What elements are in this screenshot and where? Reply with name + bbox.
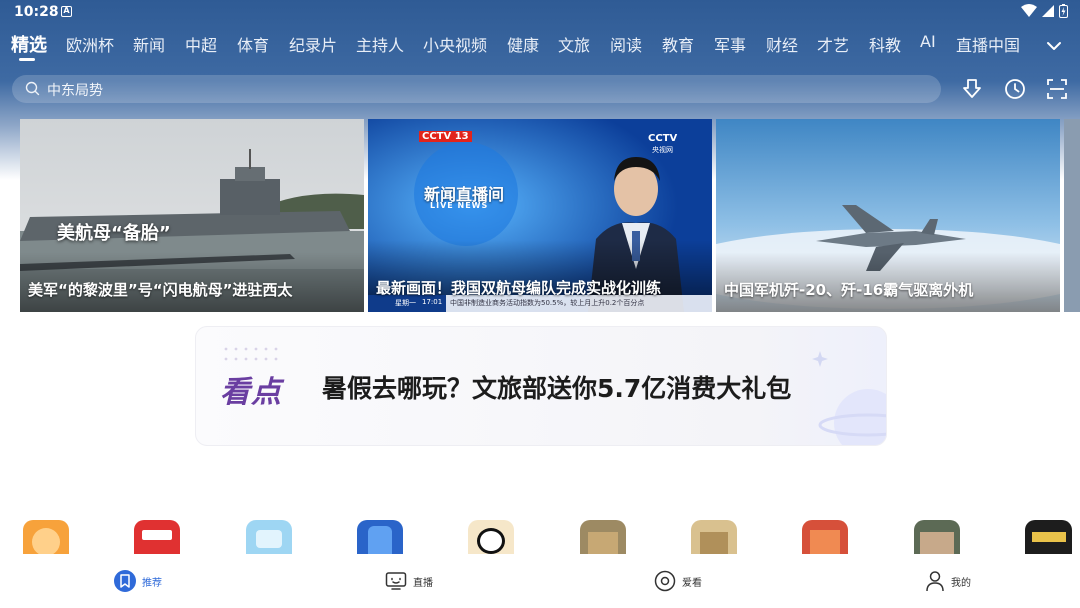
- search-hint: 中东局势: [47, 83, 103, 99]
- signal-icon: [1042, 5, 1054, 17]
- search-input[interactable]: 中东局势: [12, 75, 941, 103]
- battery-icon: [1059, 4, 1068, 18]
- ticker-text: 中国非制造业商务活动指数为50.5%，较上月上升0.2个百分点: [450, 299, 645, 307]
- ticker-time: 17:01: [422, 298, 443, 306]
- tab-ai[interactable]: AI: [920, 32, 936, 51]
- app-icon-7[interactable]: [691, 520, 737, 554]
- promo-banner[interactable]: 看点 暑假去哪玩？文旅部送你5.7亿消费大礼包: [195, 326, 887, 446]
- nav-label: 爱看: [682, 577, 702, 589]
- program-logo-en: LIVE NEWS: [430, 201, 489, 210]
- tab-news[interactable]: 新闻: [133, 32, 165, 56]
- nav-label: 推荐: [142, 577, 162, 589]
- bottom-navigation: 推荐 直播 爱看 我的: [0, 556, 1080, 608]
- tab-science[interactable]: 科教: [869, 32, 901, 56]
- download-icon[interactable]: [960, 77, 984, 101]
- search-icon: [25, 81, 40, 96]
- status-bar: 10:28 A: [0, 0, 1080, 24]
- app-icon-8[interactable]: [802, 520, 848, 554]
- tab-hosts[interactable]: 主持人: [356, 32, 404, 56]
- status-time: 10:28: [14, 4, 59, 20]
- tab-live-china[interactable]: 直播中国: [956, 32, 1020, 56]
- tab-csl[interactable]: 中超: [185, 32, 217, 56]
- history-clock-icon[interactable]: [1003, 77, 1027, 101]
- active-tab-indicator: [19, 58, 35, 61]
- panda-icon[interactable]: [468, 520, 514, 554]
- tab-health[interactable]: 健康: [507, 32, 539, 56]
- wifi-icon: [1021, 4, 1037, 17]
- tv-icon: [385, 572, 407, 590]
- tab-euro-cup[interactable]: 欧洲杯: [66, 32, 114, 56]
- tab-education[interactable]: 教育: [662, 32, 694, 56]
- card-title: 中国军机歼-20、歼-16霸气驱离外机: [724, 281, 974, 299]
- category-tabs: 精选 欧洲杯 新闻 中超 体育 纪录片 主持人 小央视频 健康 文旅 阅读 教育…: [0, 28, 1080, 62]
- planet-decoration-icon: [812, 351, 886, 445]
- tab-talent[interactable]: 才艺: [817, 32, 849, 56]
- card-overlay-caption: 美航母“备胎”: [57, 223, 171, 244]
- nav-recommend[interactable]: 推荐: [114, 568, 162, 594]
- corner-logo-sub: 央视网: [652, 146, 673, 154]
- news-card-carrier[interactable]: 美航母“备胎” 美军“的黎波里”号“闪电航母”进驻西太: [20, 119, 364, 312]
- tab-small-video[interactable]: 小央视频: [423, 32, 487, 56]
- nav-label: 我的: [951, 577, 971, 589]
- ticker-day: 星期一: [395, 299, 416, 307]
- app-icon-cctv[interactable]: [134, 520, 180, 554]
- chevron-down-icon[interactable]: [1044, 36, 1064, 56]
- app-icon-cctv-video[interactable]: [246, 520, 292, 554]
- tab-sports[interactable]: 体育: [237, 32, 269, 56]
- nav-label: 直播: [413, 577, 433, 589]
- news-card-double-carrier[interactable]: CCTV 13 CCTV 央视网 新闻直播间 LIVE NEWS 星期一 17:…: [368, 119, 712, 312]
- bookmark-icon: [114, 570, 136, 592]
- app-icon-6[interactable]: [580, 520, 626, 554]
- app-shortcuts-row: [0, 520, 1080, 554]
- channel-logo: CCTV 13: [419, 131, 472, 142]
- tab-travel[interactable]: 文旅: [558, 32, 590, 56]
- tab-documentary[interactable]: 纪录片: [289, 32, 337, 56]
- app-icon-4[interactable]: [357, 520, 403, 554]
- news-card-fighter-jets[interactable]: 中国军机歼-20、歼-16霸气驱离外机: [716, 119, 1060, 312]
- tab-jingxuan[interactable]: 精选: [11, 31, 47, 57]
- tab-finance[interactable]: 财经: [766, 32, 798, 56]
- app-icon-9[interactable]: [914, 520, 960, 554]
- tab-military[interactable]: 军事: [714, 32, 746, 56]
- person-icon: [926, 571, 944, 592]
- nav-me[interactable]: 我的: [925, 568, 971, 594]
- corner-logo: CCTV: [648, 133, 678, 144]
- tab-reading[interactable]: 阅读: [610, 32, 642, 56]
- app-icon-10[interactable]: [1025, 520, 1072, 554]
- nav-live[interactable]: 直播: [385, 568, 433, 594]
- scan-icon[interactable]: [1045, 77, 1069, 101]
- play-circle-icon: [654, 570, 676, 592]
- nav-watch[interactable]: 爱看: [654, 568, 702, 594]
- banner-headline: 暑假去哪玩？文旅部送你5.7亿消费大礼包: [322, 374, 792, 403]
- kandian-logo: 看点: [220, 375, 282, 410]
- next-card-peek[interactable]: [1064, 119, 1080, 312]
- card-title: 最新画面！我国双航母编队完成实战化训练: [376, 279, 662, 297]
- card-title: 美军“的黎波里”号“闪电航母”进驻西太: [28, 281, 293, 299]
- featured-carousel: 美航母“备胎” 美军“的黎波里”号“闪电航母”进驻西太 CCTV 13 CCTV…: [0, 119, 1080, 313]
- app-icon-points[interactable]: [23, 520, 69, 554]
- notification-icon: A: [61, 6, 72, 17]
